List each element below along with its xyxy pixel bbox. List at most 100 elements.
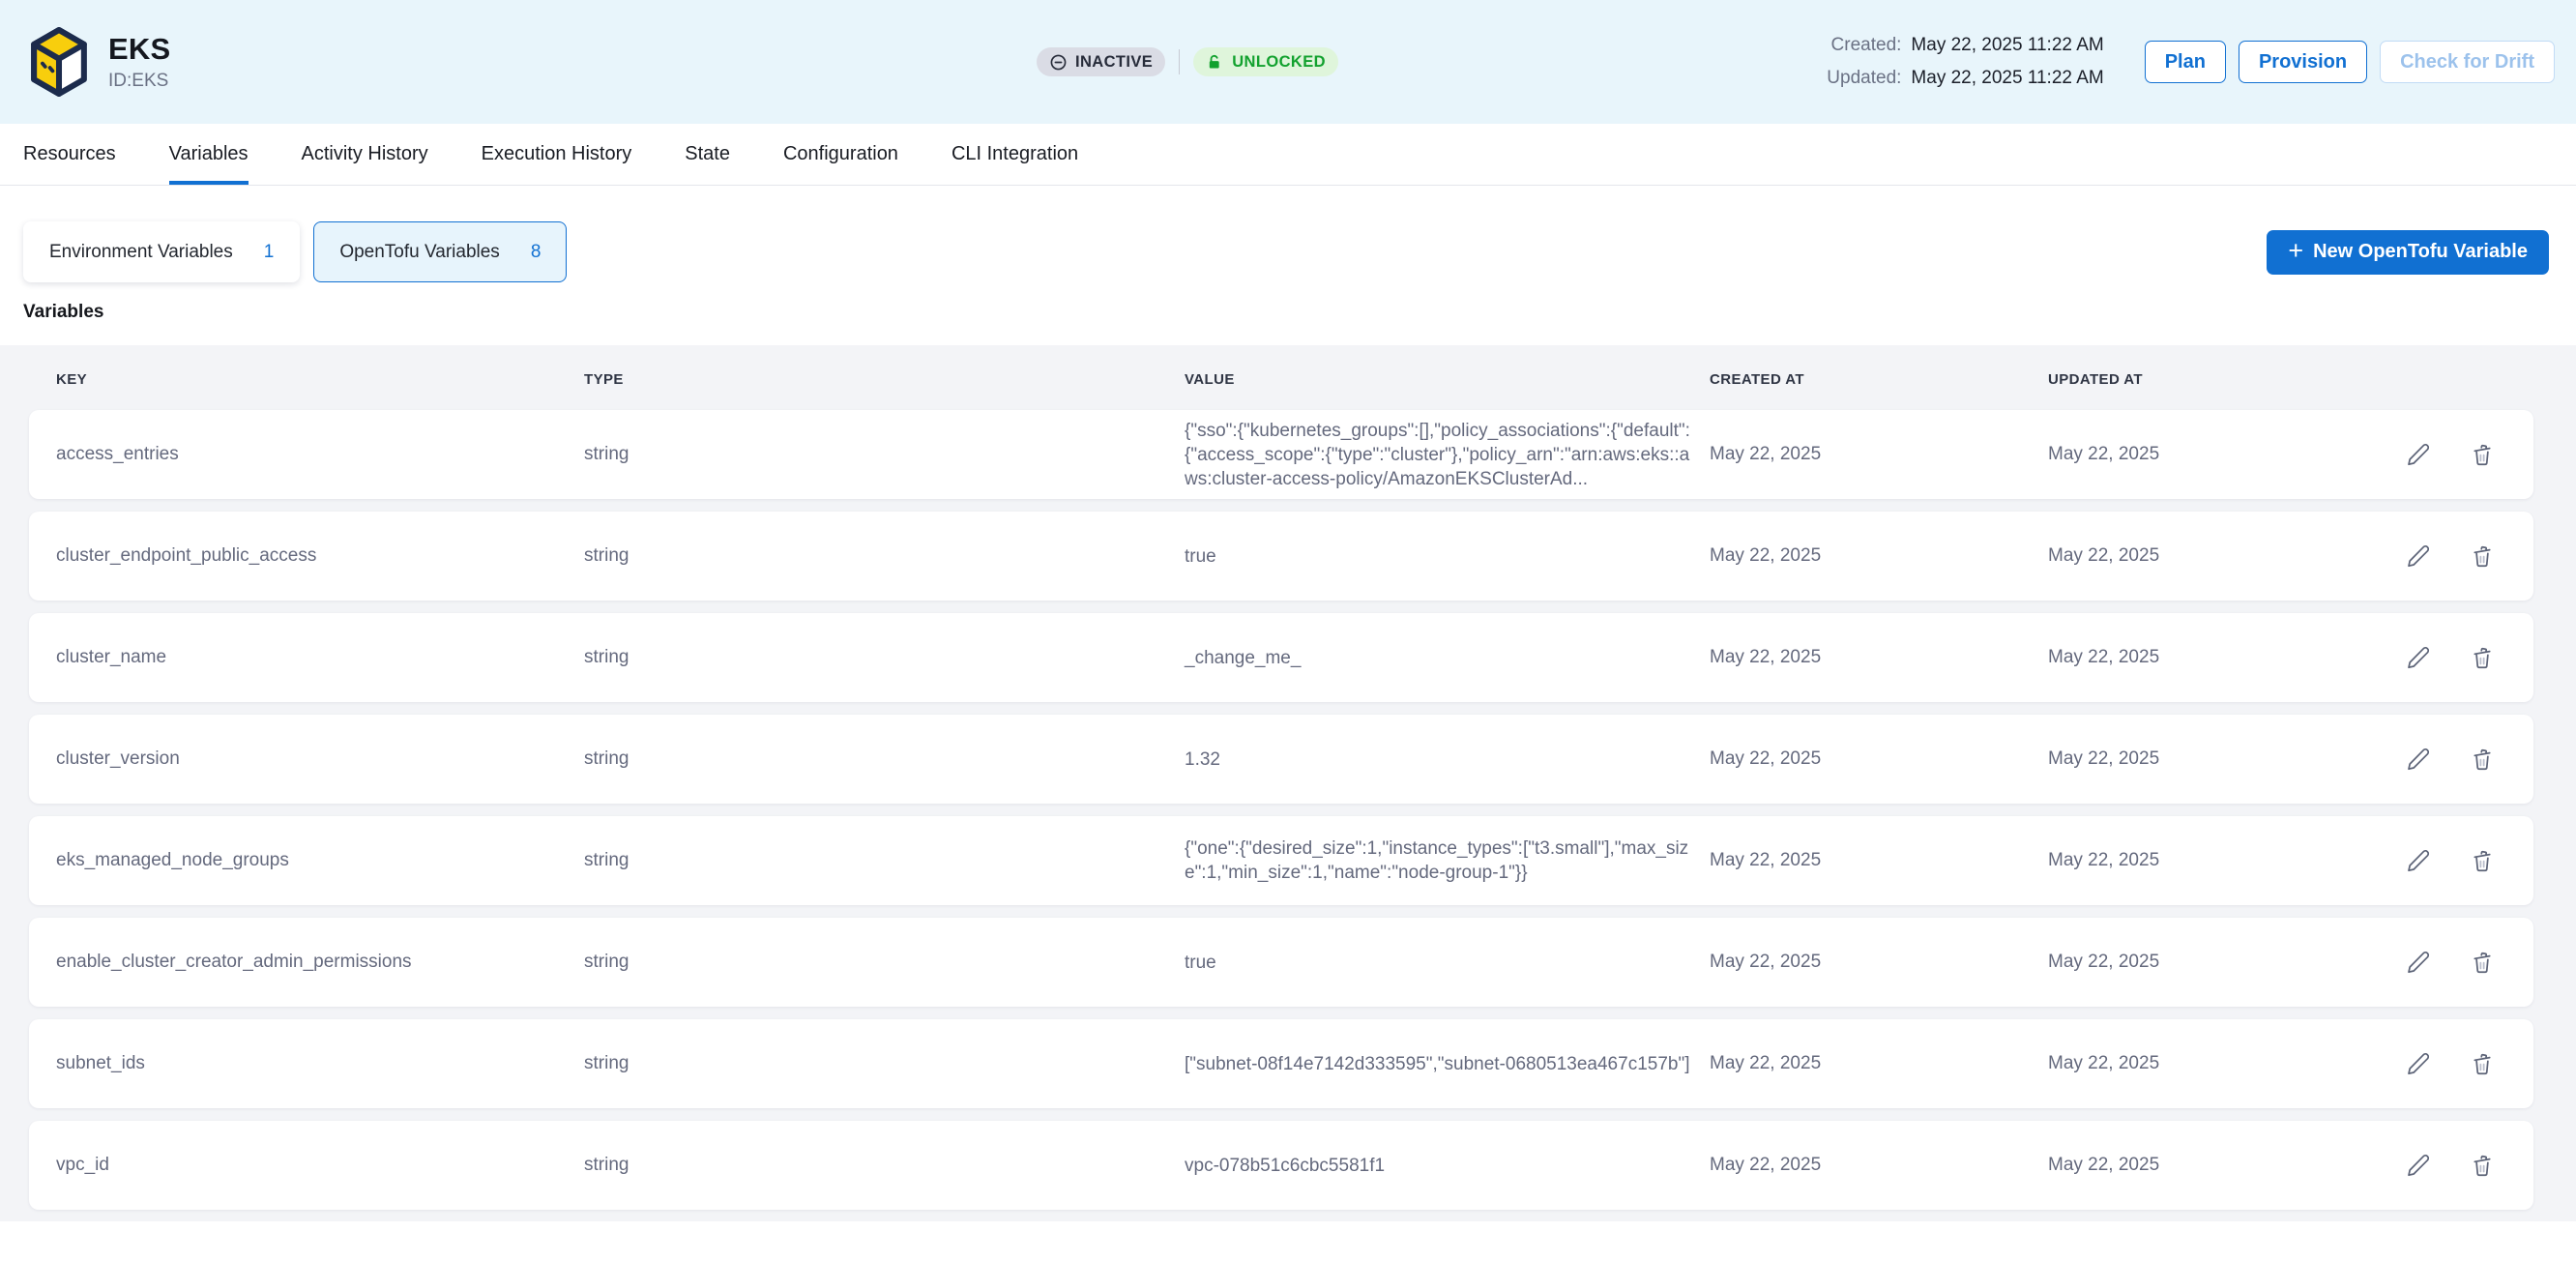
variable-value: true: [1185, 544, 1710, 569]
tab-resources[interactable]: Resources: [23, 124, 116, 185]
minus-circle-icon: [1049, 53, 1068, 72]
pencil-icon: [2406, 543, 2431, 569]
pencil-icon: [2406, 1153, 2431, 1178]
table-row: vpc_id string vpc-078b51c6cbc5581f1 May …: [29, 1121, 2533, 1210]
delete-variable-button[interactable]: [2470, 442, 2495, 467]
trash-icon: [2470, 1051, 2495, 1076]
variable-key: subnet_ids: [56, 1053, 584, 1074]
variable-type: string: [584, 952, 1185, 973]
tab-configuration[interactable]: Configuration: [783, 124, 898, 185]
delete-variable-button[interactable]: [2470, 543, 2495, 569]
variable-updated-at: May 22, 2025: [2048, 748, 2340, 770]
variable-updated-at: May 22, 2025: [2048, 545, 2340, 567]
plan-button[interactable]: Plan: [2145, 41, 2226, 83]
status-badges: INACTIVE UNLOCKED: [1037, 47, 1338, 76]
environment-timestamps: Created: May 22, 2025 11:22 AM Updated: …: [1827, 35, 2103, 89]
column-header-type: TYPE: [584, 371, 1185, 388]
variable-type: string: [584, 1155, 1185, 1176]
variable-created-at: May 22, 2025: [1710, 748, 2048, 770]
tab-execution-history[interactable]: Execution History: [482, 124, 632, 185]
tab-variables[interactable]: Variables: [169, 124, 249, 185]
badge-divider: [1179, 49, 1180, 74]
table-row: cluster_version string 1.32 May 22, 2025…: [29, 715, 2533, 804]
tab-activity-history[interactable]: Activity History: [302, 124, 428, 185]
updated-label: Updated:: [1827, 68, 1901, 89]
variable-type: string: [584, 1053, 1185, 1074]
variable-updated-at: May 22, 2025: [2048, 647, 2340, 668]
variable-created-at: May 22, 2025: [1710, 647, 2048, 668]
status-badge: INACTIVE: [1037, 47, 1165, 76]
variable-created-at: May 22, 2025: [1710, 1155, 2048, 1176]
updated-value: May 22, 2025 11:22 AM: [1911, 68, 2103, 89]
pencil-icon: [2406, 442, 2431, 467]
environment-variables-subtab[interactable]: Environment Variables 1: [23, 221, 300, 282]
delete-variable-button[interactable]: [2470, 1051, 2495, 1076]
variable-value: 1.32: [1185, 748, 1710, 772]
variable-type: string: [584, 444, 1185, 465]
plus-icon: +: [2288, 238, 2303, 264]
environment-tab-bar: Resources Variables Activity History Exe…: [0, 124, 2576, 186]
variable-key: eks_managed_node_groups: [56, 850, 584, 871]
delete-variable-button[interactable]: [2470, 950, 2495, 975]
created-label: Created:: [1827, 35, 1901, 56]
tab-state[interactable]: State: [685, 124, 730, 185]
opentofu-variables-subtab[interactable]: OpenTofu Variables 8: [313, 221, 567, 282]
variable-created-at: May 22, 2025: [1710, 545, 2048, 567]
edit-variable-button[interactable]: [2406, 1051, 2431, 1076]
edit-variable-button[interactable]: [2406, 1153, 2431, 1178]
trash-icon: [2470, 747, 2495, 772]
table-header-row: KEY TYPE VALUE CREATED AT UPDATED AT: [29, 345, 2533, 410]
trash-icon: [2470, 848, 2495, 873]
delete-variable-button[interactable]: [2470, 848, 2495, 873]
edit-variable-button[interactable]: [2406, 747, 2431, 772]
column-header-created-at: CREATED AT: [1710, 371, 2048, 388]
variables-table: KEY TYPE VALUE CREATED AT UPDATED AT acc…: [0, 345, 2576, 1221]
trash-icon: [2470, 1153, 2495, 1178]
variable-created-at: May 22, 2025: [1710, 850, 2048, 871]
variable-created-at: May 22, 2025: [1710, 444, 2048, 465]
created-value: May 22, 2025 11:22 AM: [1911, 35, 2103, 56]
check-for-drift-button[interactable]: Check for Drift: [2380, 41, 2555, 83]
delete-variable-button[interactable]: [2470, 1153, 2495, 1178]
page-title: EKS: [108, 32, 170, 67]
edit-variable-button[interactable]: [2406, 645, 2431, 670]
edit-variable-button[interactable]: [2406, 442, 2431, 467]
variable-updated-at: May 22, 2025: [2048, 1053, 2340, 1074]
variable-type: string: [584, 647, 1185, 668]
variable-updated-at: May 22, 2025: [2048, 444, 2340, 465]
variable-type: string: [584, 545, 1185, 567]
provision-button[interactable]: Provision: [2239, 41, 2367, 83]
variable-type: string: [584, 748, 1185, 770]
variables-section-title: Variables: [23, 302, 2576, 323]
table-row: subnet_ids string ["subnet-08f14e7142d33…: [29, 1019, 2533, 1108]
variable-updated-at: May 22, 2025: [2048, 850, 2340, 871]
edit-variable-button[interactable]: [2406, 848, 2431, 873]
variable-type: string: [584, 850, 1185, 871]
edit-variable-button[interactable]: [2406, 543, 2431, 569]
variable-key: access_entries: [56, 444, 584, 465]
new-opentofu-variable-button[interactable]: + New OpenTofu Variable: [2267, 230, 2549, 275]
opentofu-variables-count: 8: [531, 242, 542, 263]
variable-key: enable_cluster_creator_admin_permissions: [56, 952, 584, 973]
column-header-updated-at: UPDATED AT: [2048, 371, 2340, 388]
delete-variable-button[interactable]: [2470, 645, 2495, 670]
variable-value: ["subnet-08f14e7142d333595","subnet-0680…: [1185, 1052, 1710, 1076]
variable-key: vpc_id: [56, 1155, 584, 1176]
variable-key: cluster_name: [56, 647, 584, 668]
trash-icon: [2470, 645, 2495, 670]
edit-variable-button[interactable]: [2406, 950, 2431, 975]
table-row: access_entries string {"sso":{"kubernete…: [29, 410, 2533, 499]
variable-key: cluster_version: [56, 748, 584, 770]
delete-variable-button[interactable]: [2470, 747, 2495, 772]
pencil-icon: [2406, 848, 2431, 873]
variable-value: {"one":{"desired_size":1,"instance_types…: [1185, 836, 1710, 885]
lock-status-badge: UNLOCKED: [1193, 47, 1338, 76]
variable-updated-at: May 22, 2025: [2048, 1155, 2340, 1176]
tab-cli-integration[interactable]: CLI Integration: [951, 124, 1078, 185]
variable-created-at: May 22, 2025: [1710, 952, 2048, 973]
environment-variables-count: 1: [264, 242, 275, 263]
environment-id: ID:EKS: [108, 71, 170, 92]
environment-variables-label: Environment Variables: [49, 242, 233, 263]
trash-icon: [2470, 950, 2495, 975]
variable-value: {"sso":{"kubernetes_groups":[],"policy_a…: [1185, 419, 1710, 491]
